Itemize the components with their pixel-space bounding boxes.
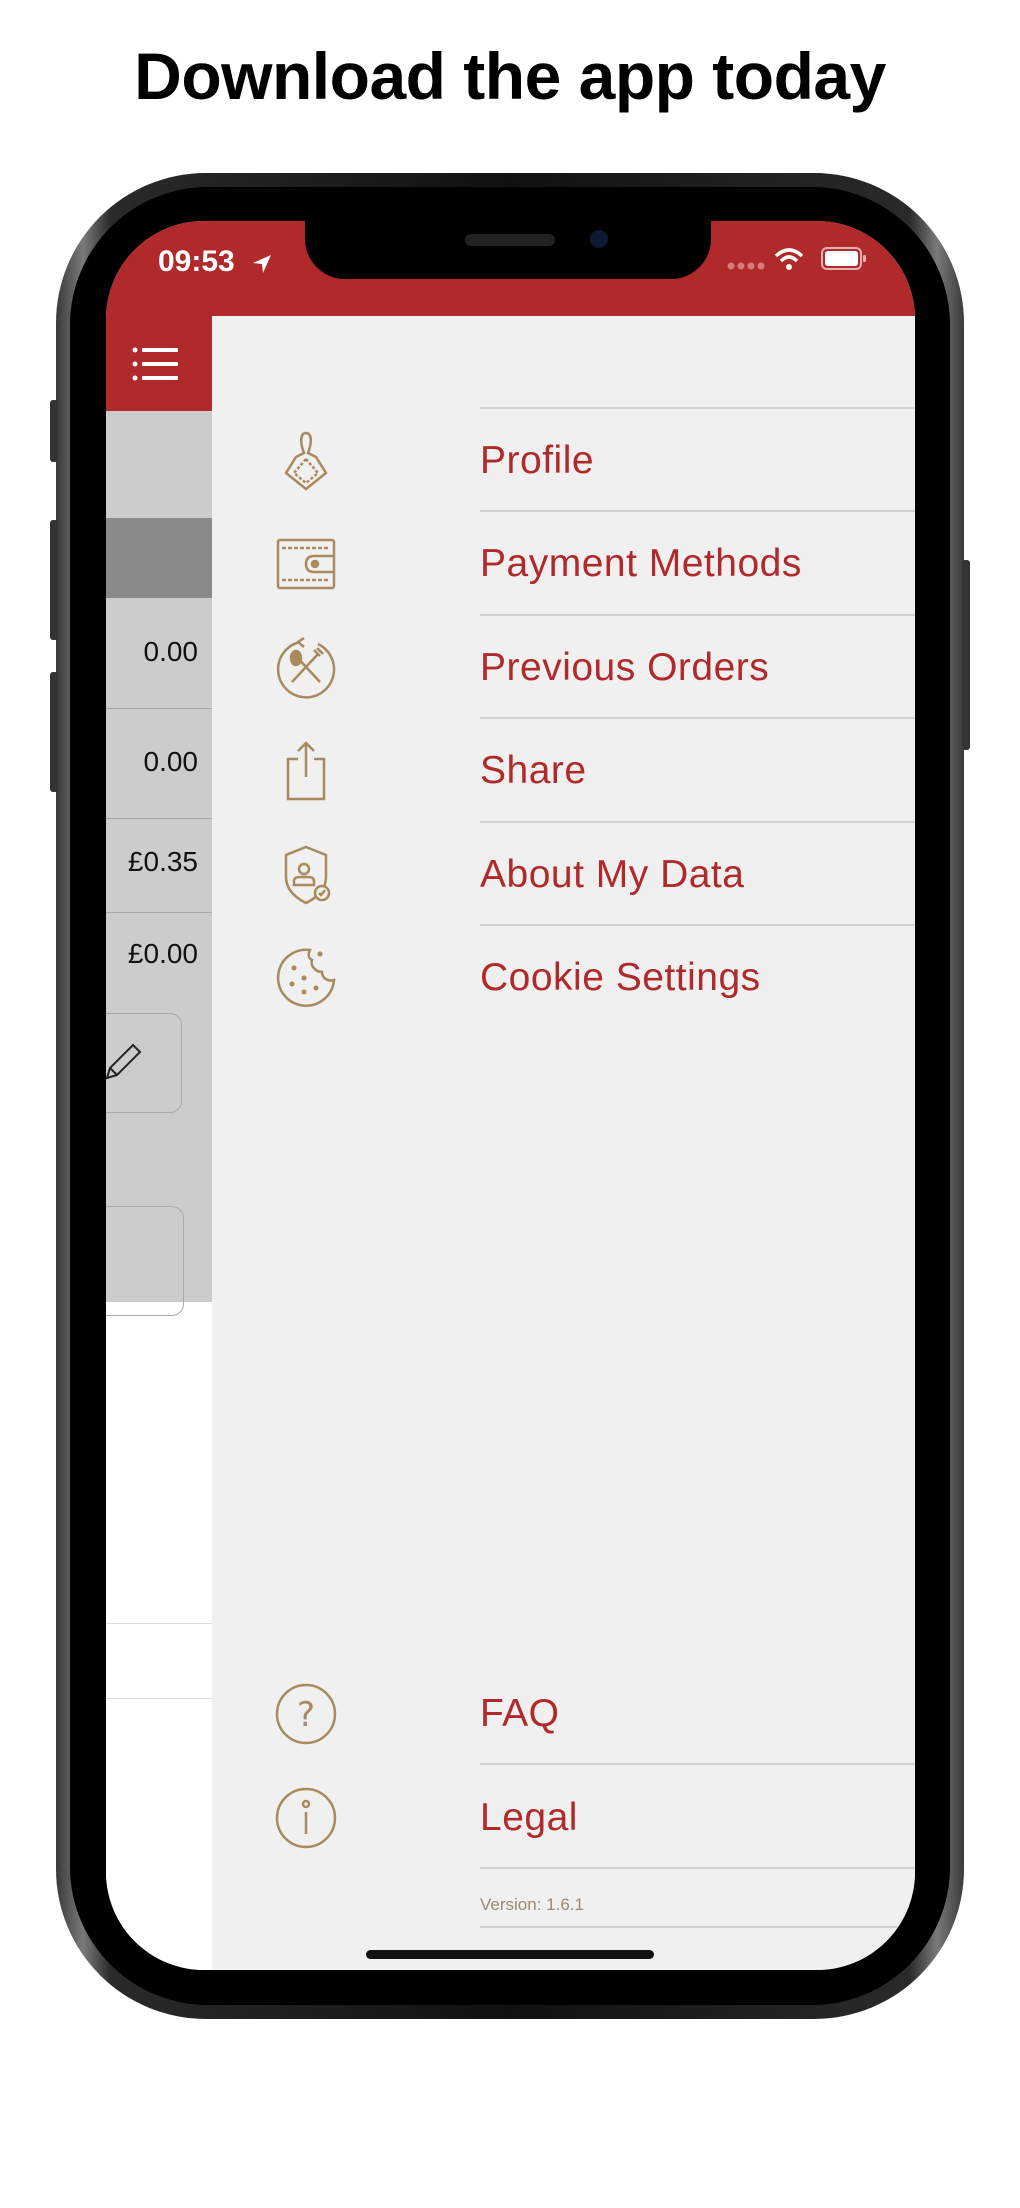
version-label: Version: 1.6.1 [480, 1895, 584, 1914]
svg-text:?: ? [297, 1695, 315, 1735]
headline: Download the app today [134, 39, 886, 113]
question-icon: ? [275, 1683, 337, 1745]
hamburger-menu-icon[interactable] [132, 346, 180, 382]
amount-row: £0.00 [127, 938, 198, 969]
profile-icon [284, 431, 328, 491]
menu-item-cookie-settings[interactable]: Cookie Settings [212, 928, 915, 1028]
menu-item-label: Legal [480, 1796, 578, 1839]
menu-item-profile[interactable]: Profile [212, 411, 915, 511]
edit-button[interactable] [106, 1013, 182, 1113]
phone-screen: 09:53 0.00 0.00 £0.35 £0.00 Profile Paym… [106, 221, 915, 1970]
menu-item-label: Cookie Settings [480, 956, 761, 999]
menu-item-faq[interactable]: ? FAQ [212, 1664, 915, 1764]
side-menu: Profile Payment Methods Previous Orders … [212, 316, 915, 1970]
background-field[interactable] [106, 1206, 184, 1316]
menu-item-label: FAQ [480, 1692, 560, 1735]
amount-row: £0.35 [127, 846, 198, 877]
menu-item-label: About My Data [480, 853, 745, 896]
menu-item-about-my-data[interactable]: About My Data [212, 825, 915, 925]
power-button [962, 560, 970, 750]
wallet-icon [276, 538, 336, 590]
menu-item-label: Share [480, 749, 587, 792]
previous-orders-icon [276, 636, 336, 699]
status-time: 09:53 [158, 245, 235, 278]
menu-item-payment-methods[interactable]: Payment Methods [212, 514, 915, 614]
mute-switch [50, 400, 58, 462]
wifi-icon [774, 248, 804, 270]
menu-item-previous-orders[interactable]: Previous Orders [212, 618, 915, 718]
menu-item-share[interactable]: Share [212, 721, 915, 821]
notch [305, 221, 711, 279]
cookie-icon [276, 948, 336, 1007]
menu-item-label: Payment Methods [480, 542, 802, 585]
battery-icon [821, 247, 866, 270]
home-indicator[interactable] [366, 1950, 654, 1959]
info-icon [275, 1787, 337, 1849]
background-screen: 0.00 0.00 £0.35 £0.00 [106, 316, 212, 1970]
menu-item-label: Previous Orders [480, 646, 770, 689]
menu-item-label: Profile [480, 439, 595, 482]
share-icon [286, 741, 326, 801]
data-shield-icon [284, 845, 331, 905]
location-arrow-icon [253, 255, 271, 273]
background-header [106, 316, 212, 411]
amount-row: 0.00 [143, 746, 199, 777]
menu-item-legal[interactable]: Legal [212, 1768, 915, 1868]
amount-row: 0.00 [143, 636, 199, 667]
volume-up-button [50, 520, 58, 640]
volume-down-button [50, 672, 58, 792]
pencil-icon [106, 1043, 142, 1080]
signal-icon [727, 262, 765, 270]
